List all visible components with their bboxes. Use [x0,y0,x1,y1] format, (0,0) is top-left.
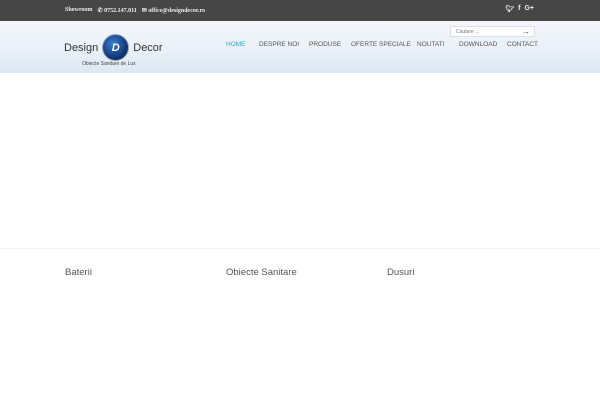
search-placeholder: Cautare ... [456,29,480,35]
showroom-label: Showroom [65,7,93,13]
google-plus-icon[interactable]: G+ [524,5,534,13]
logo-emblem: D [102,34,130,61]
nav-noutati[interactable]: NOUTATI [417,41,445,48]
nav-oferte-speciale[interactable]: OFERTE SPECIALE [351,41,411,48]
category-obiecte-sanitare[interactable]: Obiecte Sanitare [226,267,297,278]
top-bar: Showroom ✆ 0752.147.011 ✉ office@designd… [0,0,600,21]
nav-home[interactable]: HOME [226,41,246,48]
arrow-right-icon[interactable]: → [522,27,530,36]
search-input[interactable]: Cautare ... → [450,26,535,37]
nav-download[interactable]: DOWNLOAD [459,41,497,48]
logo[interactable]: Design D Decor [64,34,163,61]
twitter-icon[interactable]: 🐦︎ [505,5,514,13]
category-dusuri[interactable]: Dusuri [387,267,414,278]
logo-text-left: Design [64,41,99,54]
logo-text-right: Decor [133,41,163,54]
tagline: Obiecte Sanitare de Lux [82,61,136,67]
nav-despre-noi[interactable]: DESPRE NOI [259,41,299,48]
nav-contact[interactable]: CONTACT [507,41,538,48]
nav-produse[interactable]: PRODUSE [309,41,341,48]
category-baterii[interactable]: Baterii [65,267,92,278]
facebook-icon[interactable]: f [518,5,520,13]
phone-link[interactable]: ✆ 0752.147.011 [98,7,137,14]
header: Design D Decor Obiecte Sanitare de Lux C… [0,21,600,73]
section-divider [0,248,600,249]
email-link[interactable]: ✉ office@designdecor.ro [142,7,205,14]
